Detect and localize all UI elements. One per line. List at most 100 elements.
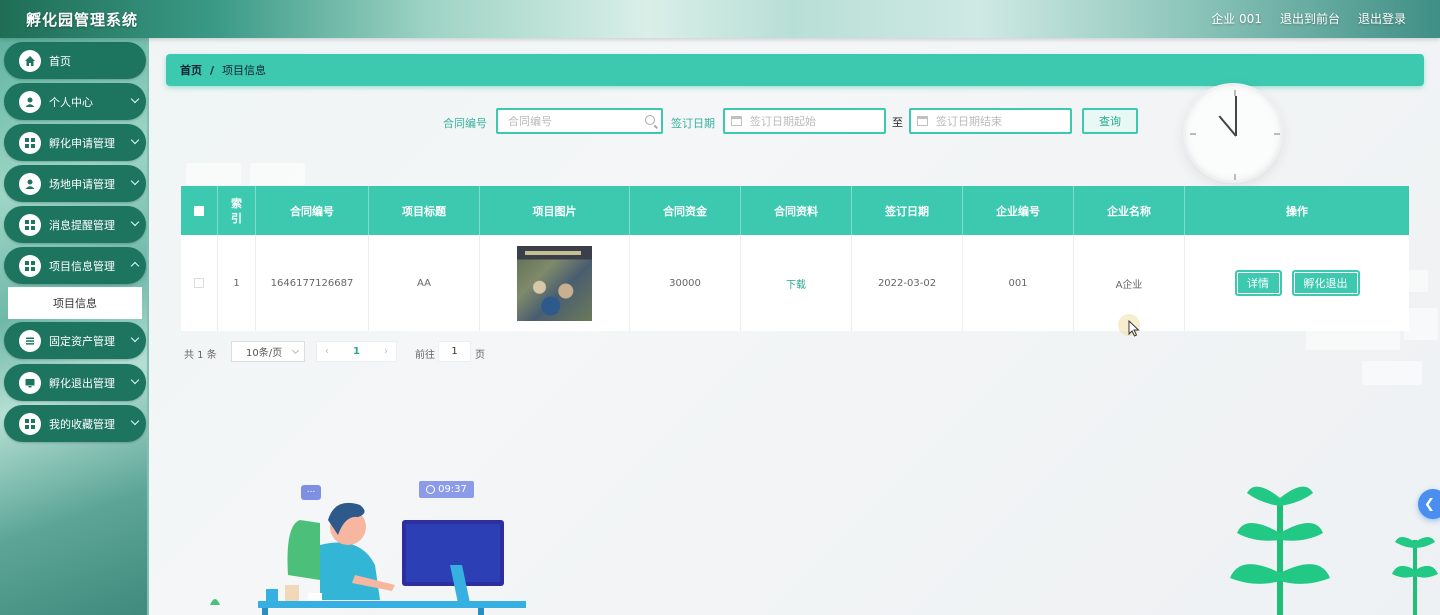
page-suffix-label: 页 bbox=[475, 350, 485, 361]
chevron-down-icon bbox=[130, 375, 140, 385]
header-project-image: 项目图片 bbox=[480, 186, 630, 235]
grid-icon bbox=[19, 213, 41, 236]
sidebar-item-label: 场地申请管理 bbox=[49, 177, 115, 191]
logout-link[interactable]: 退出登录 bbox=[1358, 10, 1406, 27]
chevron-down-icon bbox=[130, 94, 140, 104]
breadcrumb-home[interactable]: 首页 bbox=[180, 62, 202, 78]
current-page-number[interactable]: 1 bbox=[353, 346, 360, 357]
sidebar: 首页 个人中心 孵化申请管理 场地申请管理 消息提醒管理 项目信息管理 项目信息… bbox=[0, 38, 149, 615]
cell-project-title: AA bbox=[369, 235, 480, 331]
breadcrumb: 首页 / 项目信息 bbox=[166, 54, 1424, 86]
project-table: 索引 合同编号 项目标题 项目图片 合同资金 合同资料 签订日期 企业编号 企业… bbox=[181, 186, 1409, 331]
sidebar-item-label: 固定资产管理 bbox=[49, 334, 115, 348]
calendar-icon bbox=[917, 116, 928, 126]
incubation-exit-button[interactable]: 孵化退出 bbox=[1291, 270, 1360, 296]
time-text: 09:37 bbox=[438, 484, 467, 495]
sidebar-item-fixed-assets[interactable]: 固定资产管理 bbox=[4, 322, 146, 359]
cell-contract-fund: 30000 bbox=[630, 235, 741, 331]
app-title: 孵化园管理系统 bbox=[26, 11, 139, 29]
next-page-icon[interactable]: › bbox=[384, 346, 388, 357]
grid-icon bbox=[19, 131, 41, 154]
cell-sign-date: 2022-03-02 bbox=[852, 235, 963, 331]
header-sign-date: 签订日期 bbox=[852, 186, 963, 235]
sidebar-subitem-project-info[interactable]: 项目信息 bbox=[8, 287, 142, 319]
sidebar-item-label: 孵化退出管理 bbox=[49, 376, 115, 390]
header-project-title: 项目标题 bbox=[369, 186, 480, 235]
sidebar-item-label: 项目信息管理 bbox=[49, 259, 115, 273]
sidebar-item-label: 消息提醒管理 bbox=[49, 218, 115, 232]
prev-page-icon[interactable]: ‹ bbox=[325, 346, 329, 357]
cell-contract-no: 1646177126687 bbox=[256, 235, 369, 331]
worker-illustration bbox=[210, 502, 526, 615]
query-button[interactable]: 查询 bbox=[1082, 108, 1138, 134]
current-user-link[interactable]: 企业 001 bbox=[1211, 10, 1262, 27]
header-contract-material: 合同资料 bbox=[741, 186, 852, 235]
header-company-name: 企业名称 bbox=[1074, 186, 1185, 235]
sidebar-item-incubation-exit[interactable]: 孵化退出管理 bbox=[4, 364, 146, 401]
grid-icon bbox=[19, 254, 41, 277]
grid-icon bbox=[19, 412, 41, 435]
decor-shape bbox=[1404, 308, 1438, 340]
download-link[interactable]: 下载 bbox=[786, 276, 806, 291]
cell-index: 1 bbox=[218, 235, 256, 331]
sign-date-end-placeholder: 签订日期结束 bbox=[936, 115, 1002, 128]
sidebar-item-label: 孵化申请管理 bbox=[49, 136, 115, 150]
chevron-down-icon bbox=[291, 346, 300, 355]
sign-date-label: 签订日期 bbox=[671, 117, 715, 130]
contract-no-label: 合同编号 bbox=[443, 117, 487, 130]
contract-no-input[interactable]: 合同编号 bbox=[496, 108, 663, 134]
home-icon bbox=[19, 49, 41, 72]
chevron-down-icon bbox=[130, 176, 140, 186]
goto-page-input[interactable]: 1 bbox=[438, 341, 471, 362]
search-icon bbox=[645, 115, 655, 125]
project-image[interactable] bbox=[517, 245, 592, 321]
cell-contract-material: 下载 bbox=[741, 235, 852, 331]
header-contract-no: 合同编号 bbox=[256, 186, 369, 235]
decor-shape bbox=[1362, 361, 1422, 385]
table-header: 索引 合同编号 项目标题 项目图片 合同资金 合同资料 签订日期 企业编号 企业… bbox=[181, 186, 1409, 235]
cell-project-image bbox=[480, 235, 630, 331]
top-bar: 孵化园管理系统 企业 001 退出到前台 退出登录 bbox=[0, 0, 1440, 38]
collapse-handle-icon[interactable]: ❮ bbox=[1418, 489, 1440, 519]
chevron-up-icon bbox=[130, 261, 140, 271]
sign-date-end-input[interactable]: 签订日期结束 bbox=[909, 108, 1072, 134]
chevron-down-icon bbox=[130, 416, 140, 426]
plant-illustration bbox=[1230, 486, 1330, 615]
header-index: 索引 bbox=[218, 186, 256, 235]
select-all-checkbox[interactable] bbox=[194, 205, 204, 216]
header-company-no: 企业编号 bbox=[963, 186, 1074, 235]
mouse-cursor-icon bbox=[1128, 320, 1140, 337]
sidebar-item-venue-apply[interactable]: 场地申请管理 bbox=[4, 165, 146, 202]
header-actions: 操作 bbox=[1286, 204, 1308, 218]
sidebar-item-personal-center[interactable]: 个人中心 bbox=[4, 83, 146, 120]
sidebar-item-project-info[interactable]: 项目信息管理 bbox=[4, 247, 146, 284]
cell-actions: 详情 孵化退出 bbox=[1185, 235, 1409, 331]
chevron-down-icon bbox=[130, 217, 140, 227]
clock-decoration bbox=[1183, 83, 1283, 183]
select-all-cell[interactable] bbox=[181, 186, 218, 235]
sidebar-item-home[interactable]: 首页 bbox=[4, 42, 146, 79]
row-select-cell[interactable] bbox=[181, 235, 218, 331]
header-contract-fund: 合同资金 bbox=[630, 186, 741, 235]
decor-shape bbox=[1404, 270, 1428, 292]
sidebar-item-incubation-apply[interactable]: 孵化申请管理 bbox=[4, 124, 146, 161]
back-to-frontend-link[interactable]: 退出到前台 bbox=[1280, 10, 1340, 27]
user-icon bbox=[19, 172, 41, 195]
plant-illustration-small bbox=[1392, 537, 1438, 615]
sidebar-item-label: 个人中心 bbox=[49, 95, 93, 109]
sign-date-start-input[interactable]: 签订日期起始 bbox=[723, 108, 886, 134]
ghost-button bbox=[250, 163, 305, 185]
calendar-icon bbox=[731, 116, 742, 126]
sidebar-item-message-reminder[interactable]: 消息提醒管理 bbox=[4, 206, 146, 243]
date-range-separator: 至 bbox=[892, 116, 903, 129]
row-checkbox[interactable] bbox=[194, 278, 204, 288]
cell-company-no: 001 bbox=[963, 235, 1074, 331]
chevron-down-icon bbox=[130, 135, 140, 145]
detail-button[interactable]: 详情 bbox=[1234, 270, 1282, 296]
page-size-select[interactable]: 10条/页 bbox=[231, 341, 305, 362]
sidebar-item-my-favorites[interactable]: 我的收藏管理 bbox=[4, 405, 146, 442]
breadcrumb-current: 项目信息 bbox=[222, 64, 267, 77]
pagination-total: 共 1 条 bbox=[184, 350, 217, 361]
clock-icon bbox=[426, 485, 436, 494]
user-icon bbox=[19, 90, 41, 113]
